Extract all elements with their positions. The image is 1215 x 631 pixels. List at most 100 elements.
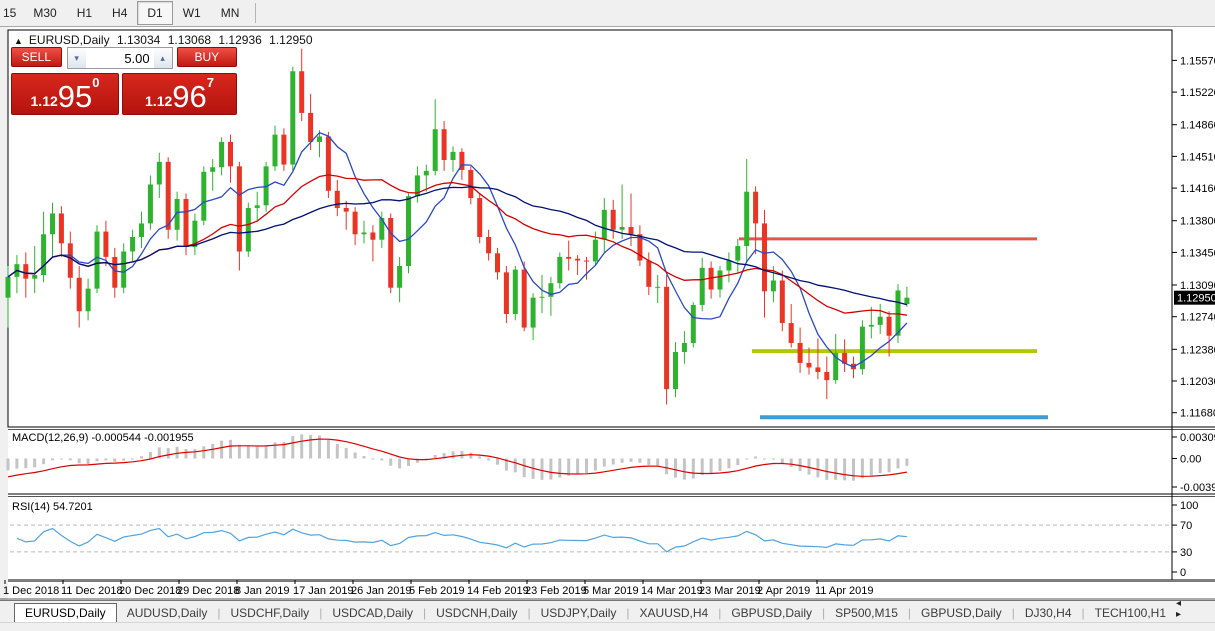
candle-body [762,223,767,291]
buy-price-button[interactable]: 1.12967 [122,73,237,115]
candle-body [673,352,678,389]
price-tick-label: 1.13800 [1180,216,1215,228]
macd-histogram-bar [808,459,811,475]
candle-body [477,198,482,237]
macd-histogram-bar [861,459,864,479]
macd-histogram-bar [96,459,99,462]
macd-histogram-bar [185,449,188,459]
sell-price-big: 95 [58,81,92,112]
macd-histogram-bar [452,451,455,458]
buy-price-big: 96 [172,81,206,112]
rsi-line [17,529,907,552]
mt4-window: 15M30H1H4D1W1MN ▲EURUSD,Daily 1.13034 1.… [0,0,1215,631]
collapse-triangle-icon[interactable]: ▲ [14,36,23,46]
date-label: 5 Mar 2019 [583,585,639,597]
candle-body [744,192,749,246]
macd-histogram-bar [60,459,63,460]
macd-histogram-bar [122,459,125,461]
ma-line-21 [8,175,907,315]
candle-body [646,261,651,287]
candle-body [112,257,117,288]
macd-scale-label: 0.00 [1180,454,1201,466]
candle-body [335,191,340,208]
macd-histogram-bar [727,459,730,469]
one-click-trading-panel: SELL ▾ ▴ BUY 1.12950 1.12967 [11,47,237,115]
macd-histogram-bar [710,459,713,474]
candle-body [23,264,28,278]
ma-line-7 [8,133,907,367]
macd-histogram-bar [211,444,214,459]
candle-body [442,129,447,160]
volume-increase-button[interactable]: ▴ [154,48,172,68]
candle-body [664,287,669,389]
date-label: 11 Apr 2019 [815,585,874,597]
macd-histogram-bar [131,459,134,460]
macd-histogram-bar [701,459,704,476]
macd-histogram-bar [905,459,908,466]
candle-body [468,170,473,198]
macd-histogram-bar [51,459,54,461]
candle-body [290,71,295,164]
candle-body [424,171,429,176]
candle-body [219,142,224,167]
macd-histogram-bar [87,459,90,465]
macd-histogram-bar [638,459,641,463]
candle-body [887,317,892,336]
macd-histogram-bar [69,459,72,461]
candle-body [753,192,758,224]
macd-histogram-bar [309,435,312,458]
macd-histogram-bar [612,459,615,465]
candle-body [798,343,803,363]
price-axis: 1.155701.152201.148601.145101.141601.138… [1172,55,1215,419]
quote-close: 1.12950 [269,33,312,47]
candle-body [299,71,304,113]
date-label: 17 Jan 2019 [293,585,354,597]
macd-histogram-bar [879,459,882,474]
macd-histogram-bar [656,459,659,467]
macd-histogram-bar [247,446,250,459]
macd-histogram-bar [683,459,686,480]
macd-histogram-bar [843,459,846,481]
candle-body [130,237,135,251]
candle-body [451,152,456,160]
macd-histogram-bar [603,459,606,467]
sell-price-button[interactable]: 1.12950 [11,73,119,115]
macd-histogram-bar [193,449,196,458]
macd-histogram-bar [736,459,739,466]
macd-histogram-bar [398,459,401,469]
candle-body [433,129,438,171]
macd-histogram-bar [585,459,588,474]
buy-button[interactable]: BUY [177,47,237,67]
candle-body [593,240,598,262]
chart-title: ▲EURUSD,Daily 1.13034 1.13068 1.12936 1.… [14,33,317,47]
candle-body [353,212,358,235]
rsi-scale-label: 0 [1180,567,1186,579]
macd-histogram-bar [354,452,357,458]
macd-histogram-bar [576,459,579,475]
macd-histogram-bar [291,436,294,458]
macd-histogram-bar [149,452,152,458]
price-tick-label: 1.13090 [1180,280,1215,292]
candle-body [878,317,883,325]
candle-body [388,218,393,288]
candle-body [210,167,215,172]
rsi-label: RSI(14) 54.7201 [12,501,93,513]
price-tick-label: 1.12380 [1180,344,1215,356]
candle-body [495,253,500,272]
date-label: 8 Jan 2019 [235,585,289,597]
volume-decrease-button[interactable]: ▾ [68,48,86,68]
candle-body [281,135,286,165]
candle-body [557,257,562,283]
candle-body [780,280,785,323]
candle-body [6,277,11,298]
candle-body [317,136,322,141]
macd-histogram-bar [719,459,722,472]
candle-body [406,196,411,266]
price-tick-label: 1.12030 [1180,376,1215,388]
macd-histogram-bar [407,459,410,467]
macd-histogram-bar [496,459,499,465]
macd-histogram-bar [487,459,490,461]
candle-body [157,162,162,185]
sell-button[interactable]: SELL [11,47,62,67]
volume-input[interactable] [86,48,154,68]
